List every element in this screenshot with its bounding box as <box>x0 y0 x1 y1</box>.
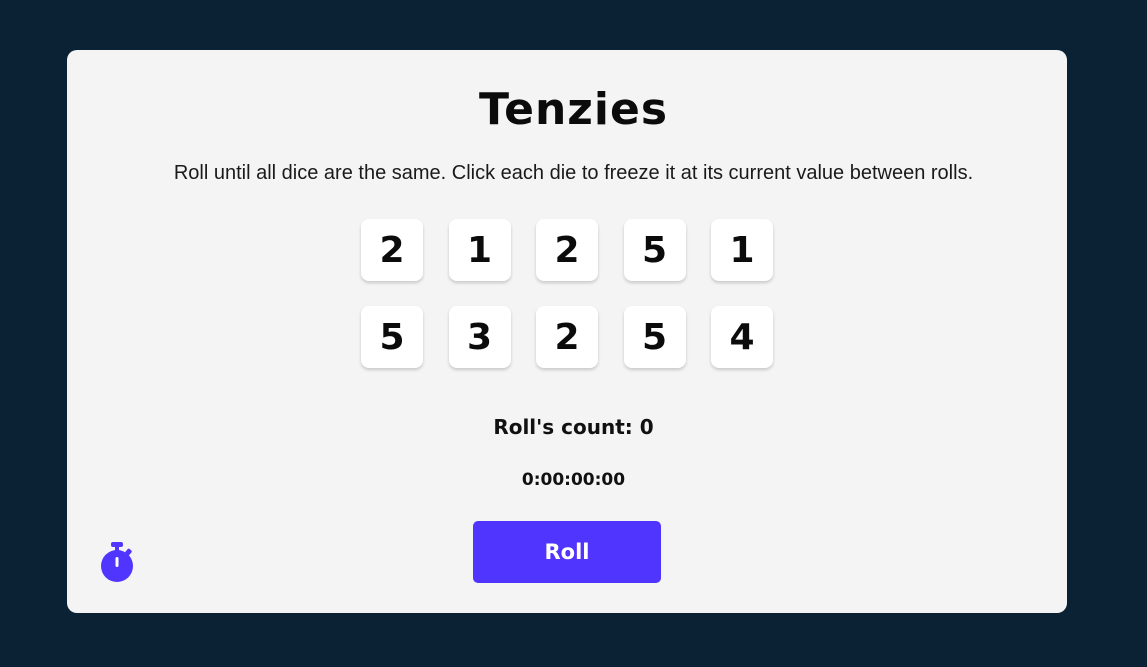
die-7[interactable]: 3 <box>448 306 511 368</box>
dice-grid: 2 1 2 5 1 5 3 2 5 4 <box>361 219 773 368</box>
timer-display: 0:00:00:00 <box>521 470 626 490</box>
instructions-text: Roll until all dice are the same. Click … <box>173 162 974 184</box>
die-4[interactable]: 5 <box>623 219 686 281</box>
roll-count: Roll's count: 0 <box>493 415 654 439</box>
die-9[interactable]: 5 <box>623 306 686 368</box>
stopwatch-icon[interactable] <box>99 541 135 583</box>
die-10[interactable]: 4 <box>711 306 773 368</box>
die-6[interactable]: 5 <box>361 306 423 368</box>
roll-button[interactable]: Roll <box>473 521 661 583</box>
game-title: Tenzies <box>478 84 669 135</box>
die-1[interactable]: 2 <box>361 219 423 281</box>
die-5[interactable]: 1 <box>711 219 773 281</box>
die-8[interactable]: 2 <box>536 306 598 368</box>
die-2[interactable]: 1 <box>448 219 511 281</box>
die-3[interactable]: 2 <box>536 219 598 281</box>
